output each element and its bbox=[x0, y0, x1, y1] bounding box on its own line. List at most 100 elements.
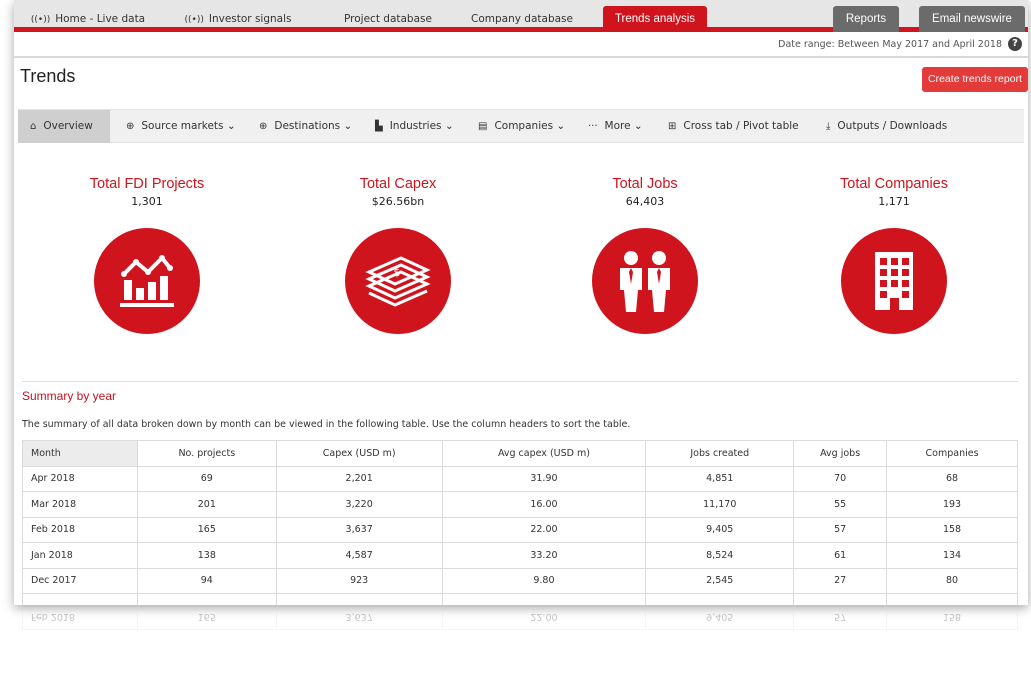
summary-description: The summary of all data broken down by m… bbox=[22, 419, 631, 430]
table-cell: 134 bbox=[886, 542, 1018, 569]
subnav-outputs-downloads[interactable]: ⤓ Outputs / Downloads bbox=[826, 110, 947, 143]
table-cell: 3,637 bbox=[275, 516, 443, 543]
table-row: Mar 2018 201 3,220 16.00 11,170 55 193 bbox=[22, 491, 1018, 518]
reflection-cell: Feb 2018 bbox=[22, 606, 138, 630]
column-header-jobs-created[interactable]: Jobs created bbox=[645, 440, 795, 467]
reflection-cell: 22.00 bbox=[442, 606, 646, 630]
chevron-down-icon: ⌄ bbox=[556, 120, 566, 132]
table-cell bbox=[136, 593, 277, 605]
table-cell: Dec 2017 bbox=[22, 567, 138, 594]
subnav-source-markets[interactable]: ⊕ Source markets ⌄ bbox=[126, 110, 236, 143]
section-divider bbox=[22, 381, 1018, 382]
column-header-avg-jobs[interactable]: Avg jobs bbox=[793, 440, 888, 467]
table-cell bbox=[275, 593, 443, 605]
top-navigation: ((•)) Home - Live data ((•)) Investor sign… bbox=[14, 0, 1028, 32]
trends-subnav: ⌂ Overview ⊕ Source markets ⌄ ⊕ Destination… bbox=[18, 109, 1024, 143]
kpi-title: Total FDI Projects bbox=[89, 176, 205, 192]
tab-project-database[interactable]: Project database bbox=[332, 6, 444, 32]
tab-investor-signals[interactable]: ((•)) Investor signals bbox=[178, 6, 298, 32]
tab-company-database[interactable]: Company database bbox=[464, 6, 580, 32]
reflection-row: Feb 2018 165 3,637 22.00 9,405 57 158 bbox=[22, 606, 1018, 630]
subnav-cross-tab[interactable]: ⊞ Cross tab / Pivot table bbox=[668, 110, 799, 143]
tab-home-live-data[interactable]: ((•)) Home - Live data bbox=[28, 6, 148, 32]
create-trends-report-button[interactable]: Create trends report bbox=[922, 67, 1028, 92]
title-row: Trends Create trends report bbox=[14, 58, 1028, 104]
subnav-destinations[interactable]: ⊕ Destinations ⌄ bbox=[259, 110, 352, 143]
subnav-industries[interactable]: ▙ Industries ⌄ bbox=[375, 110, 454, 143]
table-cell: 9.80 bbox=[441, 567, 647, 594]
table-cell: 4,587 bbox=[275, 542, 443, 569]
kpi-value: 1,171 bbox=[878, 195, 910, 208]
kpi-value: 64,403 bbox=[625, 195, 665, 208]
table-cell: Apr 2018 bbox=[22, 465, 138, 492]
chevron-down-icon: ⌄ bbox=[343, 120, 353, 132]
table-row bbox=[22, 593, 1018, 605]
table-row: Feb 2018 165 3,637 22.00 9,405 57 158 bbox=[22, 516, 1018, 543]
chart-icon bbox=[94, 228, 200, 334]
table-cell: 61 bbox=[793, 542, 888, 569]
date-range-bar: Date range: Between May 2017 and April 2… bbox=[14, 32, 1028, 58]
table-row: Apr 2018 69 2,201 31.90 4,851 70 68 bbox=[22, 465, 1018, 492]
date-range-text: Date range: Between May 2017 and April 2… bbox=[778, 39, 1002, 50]
table-cell bbox=[886, 593, 1018, 605]
people-icon bbox=[592, 228, 698, 334]
reflection-cell: 9,405 bbox=[645, 606, 794, 630]
table-cell: 80 bbox=[886, 567, 1018, 594]
table-cell bbox=[793, 593, 888, 605]
app-window: ((•)) Home - Live data ((•)) Investor sign… bbox=[14, 0, 1028, 605]
table-cell: 22.00 bbox=[441, 516, 647, 543]
table-cell: 27 bbox=[793, 567, 888, 594]
chevron-down-icon: ⌄ bbox=[444, 120, 454, 132]
column-header-avg-capex[interactable]: Avg capex (USD m) bbox=[441, 440, 647, 467]
table-cell: 201 bbox=[136, 491, 277, 518]
kpi-total-capex: Total Capex $26.56bn $ bbox=[298, 176, 498, 334]
page-title: Trends bbox=[20, 66, 76, 86]
signal-icon: ((•)) bbox=[30, 15, 51, 25]
table-cell: 55 bbox=[793, 491, 888, 518]
column-header-month[interactable]: Month bbox=[22, 440, 138, 467]
subnav-overview[interactable]: ⌂ Overview bbox=[18, 110, 110, 143]
kpi-title: Total Capex bbox=[359, 176, 437, 192]
reflection-cell: 3,637 bbox=[276, 606, 443, 630]
tab-reports[interactable]: Reports bbox=[833, 6, 899, 32]
column-header-capex[interactable]: Capex (USD m) bbox=[275, 440, 443, 467]
table-cell bbox=[645, 593, 795, 605]
home-icon: ⌂ bbox=[30, 121, 37, 132]
kpi-value: $26.56bn bbox=[371, 195, 425, 208]
table-cell: 68 bbox=[886, 465, 1018, 492]
table-header-row: Month No. projects Capex (USD m) Avg cap… bbox=[22, 440, 1018, 467]
kpi-title: Total Companies bbox=[840, 176, 948, 192]
help-icon[interactable]: ? bbox=[1008, 37, 1022, 51]
reflection-table: Feb 2018 165 3,637 22.00 9,405 57 158 Ja… bbox=[22, 606, 1018, 630]
signal-icon: ((•)) bbox=[184, 15, 204, 25]
table-cell: 138 bbox=[136, 542, 277, 569]
column-header-companies[interactable]: Companies bbox=[886, 440, 1018, 467]
kpi-total-jobs: Total Jobs 64,403 bbox=[545, 176, 745, 334]
kpi-total-fdi-projects: Total FDI Projects 1,301 bbox=[47, 176, 247, 334]
window-reflection: Feb 2018 165 3,637 22.00 9,405 57 158 Ja… bbox=[14, 606, 1028, 677]
table-cell: Jan 2018 bbox=[22, 542, 138, 569]
building-icon: ▤ bbox=[478, 121, 488, 132]
table-cell: 158 bbox=[886, 516, 1018, 543]
subnav-companies[interactable]: ▤ Companies ⌄ bbox=[478, 110, 565, 143]
table-cell: Mar 2018 bbox=[22, 491, 138, 518]
tab-trends-analysis[interactable]: Trends analysis bbox=[603, 6, 707, 32]
ellipsis-icon: ··· bbox=[588, 121, 598, 132]
table-cell: 16.00 bbox=[441, 491, 647, 518]
tab-email-newswire[interactable]: Email newswire bbox=[919, 6, 1025, 32]
table-row: Dec 2017 94 923 9.80 2,545 27 80 bbox=[22, 567, 1018, 594]
bar-chart-icon: ▙ bbox=[375, 121, 383, 132]
reflection-cell: 57 bbox=[793, 606, 887, 630]
table-cell: 11,170 bbox=[645, 491, 795, 518]
table-cell: 70 bbox=[793, 465, 888, 492]
globe-icon: ⊕ bbox=[126, 121, 135, 132]
table-cell: 4,851 bbox=[645, 465, 795, 492]
summary-table: Month No. projects Capex (USD m) Avg cap… bbox=[22, 440, 1018, 605]
column-header-no-projects[interactable]: No. projects bbox=[136, 440, 277, 467]
subnav-more[interactable]: ··· More ⌄ bbox=[588, 110, 643, 143]
plus-square-icon: ⊞ bbox=[668, 121, 677, 132]
table-cell: 923 bbox=[275, 567, 443, 594]
download-icon: ⤓ bbox=[826, 121, 831, 132]
table-cell: 3,220 bbox=[275, 491, 443, 518]
money-stack-icon: $ bbox=[345, 228, 451, 334]
